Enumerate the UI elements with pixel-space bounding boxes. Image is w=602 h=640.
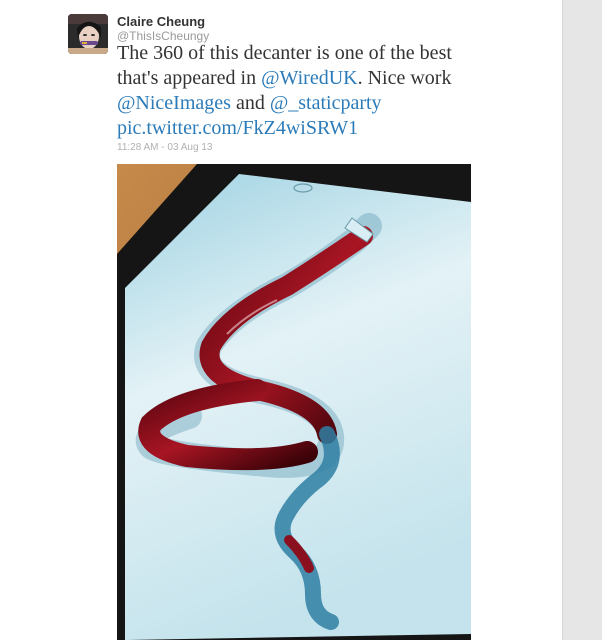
tweet-text: The 360 of this decanter is one of the b…	[117, 41, 497, 141]
mention-link-wireduk[interactable]: @WiredUK	[261, 67, 357, 89]
tweet-text-and: and	[230, 92, 270, 114]
tweet-media-photo[interactable]	[117, 164, 471, 640]
page: Claire Cheung @ThisIsCheungy The 360 of …	[0, 0, 602, 640]
decanter-photo	[117, 164, 471, 640]
avatar-image	[68, 14, 108, 54]
tweet-header: Claire Cheung @ThisIsCheungy	[117, 14, 209, 43]
mention-link-staticparty[interactable]: @_staticparty	[270, 92, 382, 114]
tweet-text-middle: . Nice work	[357, 67, 452, 89]
pic-link[interactable]: pic.twitter.com/FkZ4wiSRW1	[117, 117, 358, 139]
scrollbar-track[interactable]	[562, 0, 602, 640]
tweet-timestamp[interactable]: 11:28 AM - 03 Aug 13	[117, 142, 212, 153]
author-avatar[interactable]	[68, 14, 108, 54]
mention-link-niceimages[interactable]: @NiceImages	[117, 92, 231, 114]
author-name[interactable]: Claire Cheung	[117, 14, 209, 29]
